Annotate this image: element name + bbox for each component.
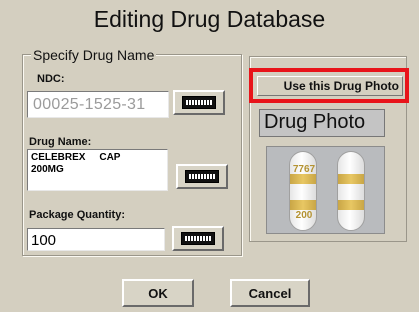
ndc-keyboard-button[interactable] [173, 90, 225, 115]
drug-name-label: Drug Name: [29, 136, 92, 148]
capsule-print-top: 7767 [292, 164, 316, 175]
ndc-label: NDC: [37, 73, 65, 85]
capsule-left: 7767 200 [289, 151, 317, 231]
dialog-title: Editing Drug Database [93, 6, 326, 32]
keyboard-icon [182, 96, 216, 109]
keyboard-icon [185, 170, 219, 183]
ndc-field[interactable]: 00025-1525-31 [27, 91, 169, 118]
group-legend: Specify Drug Name [31, 47, 157, 63]
cancel-button[interactable]: Cancel [230, 279, 310, 307]
package-quantity-field[interactable]: 100 [27, 228, 165, 251]
keyboard-icon [181, 232, 215, 245]
drug-photo: 7767 200 [266, 146, 385, 234]
use-drug-photo-button[interactable]: Use this Drug Photo [249, 68, 409, 103]
package-quantity-keyboard-button[interactable] [172, 226, 224, 251]
capsule-print-bottom: 200 [295, 210, 313, 221]
ok-button[interactable]: OK [122, 279, 194, 307]
drug-name-field[interactable]: CELEBREX CAP 200MG [27, 149, 168, 191]
drug-name-keyboard-button[interactable] [176, 164, 228, 189]
drug-photo-title: Drug Photo [259, 109, 385, 137]
package-quantity-label: Package Quantity: [29, 209, 125, 221]
capsule-right [337, 151, 365, 231]
